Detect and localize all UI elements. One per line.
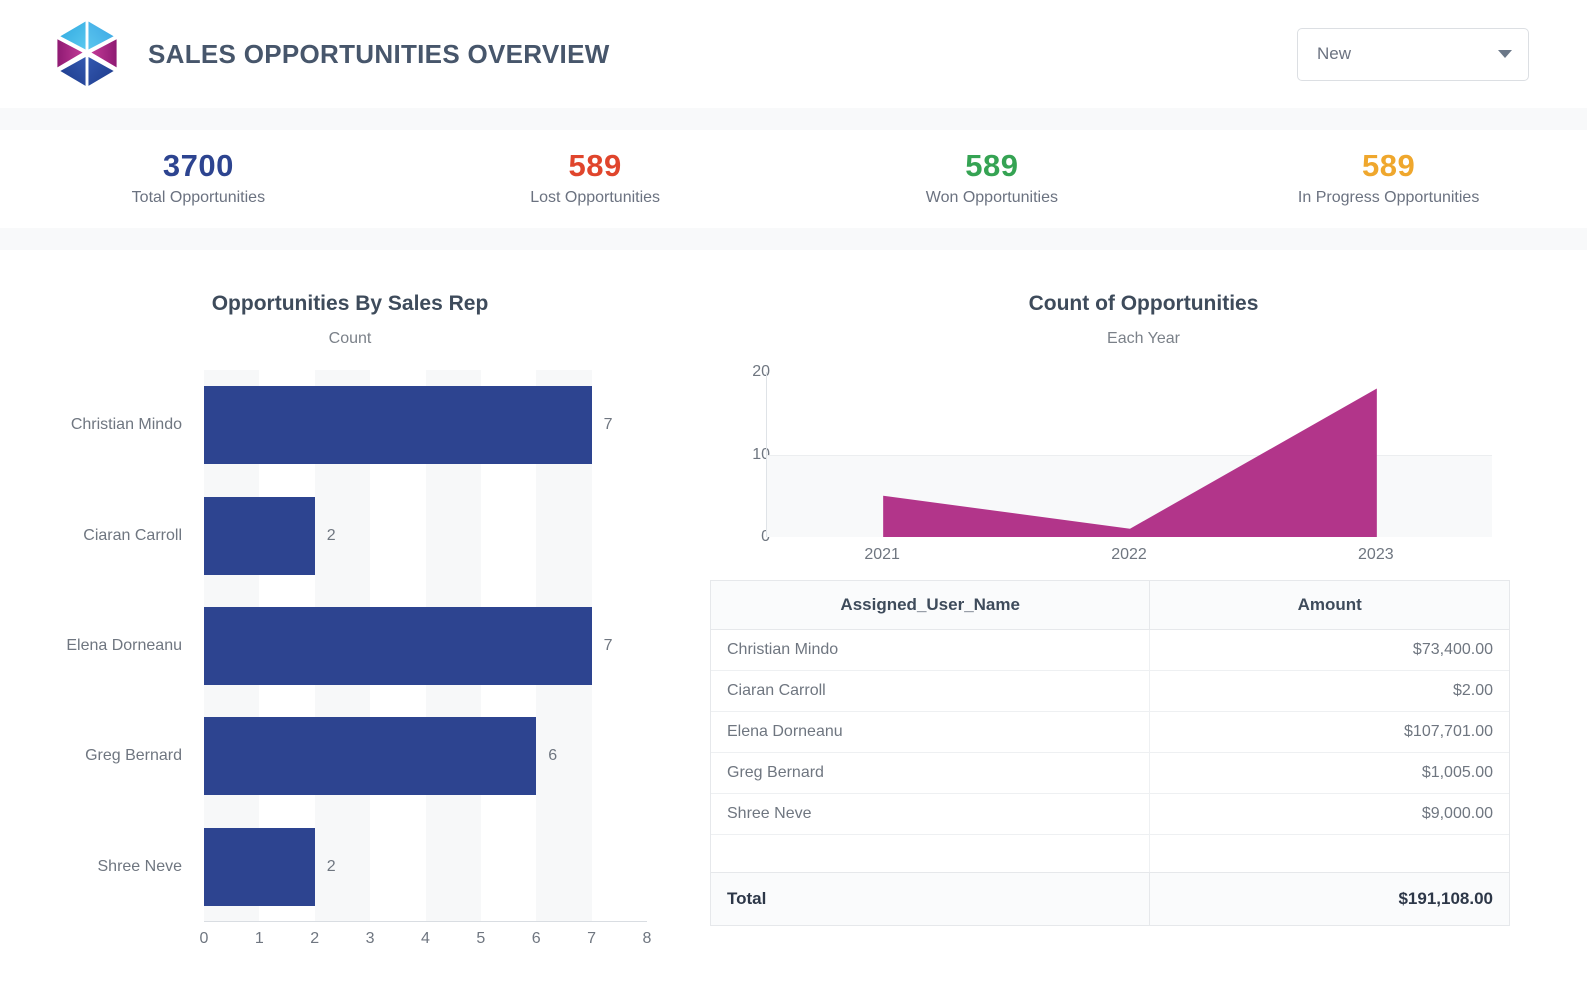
kpi-won-opportunities: 589 Won Opportunities — [794, 147, 1191, 211]
bar-value-label: 6 — [548, 747, 557, 765]
bar-category-label: Christian Mindo — [71, 416, 182, 434]
column-header-assigned-user-name[interactable]: Assigned_User_Name — [711, 581, 1150, 630]
area-chart-title: Count of Opportunities — [700, 250, 1587, 316]
bar-value-label: 2 — [327, 858, 336, 876]
kpi-value: 589 — [1190, 147, 1587, 185]
bar-chart-title: Opportunities By Sales Rep — [0, 250, 700, 316]
table-row[interactable]: Ciaran Carroll$2.00 — [711, 671, 1509, 712]
bar-elena-dorneanu[interactable] — [204, 607, 592, 685]
opportunities-amount-table: Assigned_User_Name Amount Christian Mind… — [710, 580, 1510, 926]
bar-x-tick-label: 1 — [255, 930, 264, 948]
cell-amount: $107,701.00 — [1150, 712, 1509, 753]
bar-x-tick-label: 6 — [532, 930, 541, 948]
section-divider-bottom — [0, 228, 1587, 250]
view-filter-dropdown[interactable]: New — [1297, 28, 1529, 81]
bar-christian-mindo[interactable] — [204, 386, 592, 464]
bar-x-tick-label: 3 — [366, 930, 375, 948]
bar-ciaran-carroll[interactable] — [204, 497, 315, 575]
bar-shree-neve[interactable] — [204, 828, 315, 906]
kpi-label: Lost Opportunities — [397, 185, 794, 211]
bar-category-label: Ciaran Carroll — [83, 527, 182, 545]
area-x-tick-label: 2021 — [864, 546, 900, 564]
bar-greg-bernard[interactable] — [204, 717, 536, 795]
area-chart-plot — [766, 372, 1492, 537]
bar-x-tick-label: 4 — [421, 930, 430, 948]
bar-category-label: Shree Neve — [98, 858, 183, 876]
bar-value-label: 7 — [604, 637, 613, 655]
right-panel: Count of Opportunities Each Year 01020 2… — [700, 250, 1587, 994]
kpi-label: Won Opportunities — [794, 185, 1191, 211]
app-header: SALES OPPORTUNITIES OVERVIEW New — [0, 0, 1587, 108]
bar-x-tick-label: 8 — [643, 930, 652, 948]
bar-chart-plot: 7 2 7 6 2 — [204, 370, 647, 922]
cell-assigned-user-name: Ciaran Carroll — [711, 671, 1150, 712]
cell-amount: $1,005.00 — [1150, 753, 1509, 794]
bar-chart-subtitle: Count — [0, 316, 700, 348]
page-title: SALES OPPORTUNITIES OVERVIEW — [148, 39, 610, 70]
cell-assigned-user-name: Christian Mindo — [711, 630, 1150, 671]
table-spacer-row — [711, 835, 1509, 873]
kpi-lost-opportunities: 589 Lost Opportunities — [397, 147, 794, 211]
bar-value-label: 2 — [327, 527, 336, 545]
kpi-total-opportunities: 3700 Total Opportunities — [0, 147, 397, 211]
bar-x-tick-label: 5 — [476, 930, 485, 948]
kpi-value: 589 — [794, 147, 1191, 185]
bar-chart-area: Christian Mindo Ciaran Carroll Elena Dorne… — [0, 370, 700, 970]
bar-chart-panel: Opportunities By Sales Rep Count Christi… — [0, 250, 700, 994]
kpi-label: In Progress Opportunities — [1190, 185, 1587, 211]
cell-amount: $9,000.00 — [1150, 794, 1509, 835]
bar-category-label: Elena Dorneanu — [66, 637, 182, 655]
area-chart-x-axis: 2021 2022 2023 — [766, 546, 1492, 576]
table-row[interactable]: Greg Bernard$1,005.00 — [711, 753, 1509, 794]
bar-value-label: 7 — [604, 416, 613, 434]
table-row[interactable]: Christian Mindo$73,400.00 — [711, 630, 1509, 671]
total-amount: $191,108.00 — [1150, 873, 1509, 926]
bar-x-tick-label: 2 — [310, 930, 319, 948]
kpi-row: 3700 Total Opportunities 589 Lost Opport… — [0, 130, 1587, 228]
table-row[interactable]: Shree Neve$9,000.00 — [711, 794, 1509, 835]
bar-x-tick-label: 7 — [587, 930, 596, 948]
section-divider-top — [0, 108, 1587, 130]
area-chart-subtitle: Each Year — [700, 316, 1587, 348]
cell-assigned-user-name: Shree Neve — [711, 794, 1150, 835]
table-row[interactable]: Elena Dorneanu$107,701.00 — [711, 712, 1509, 753]
area-x-tick-label: 2022 — [1111, 546, 1147, 564]
dashboard-body: Opportunities By Sales Rep Count Christi… — [0, 250, 1587, 994]
table-header-row: Assigned_User_Name Amount — [711, 581, 1509, 630]
cell-assigned-user-name: Elena Dorneanu — [711, 712, 1150, 753]
kpi-value: 589 — [397, 147, 794, 185]
cell-amount: $73,400.00 — [1150, 630, 1509, 671]
total-label: Total — [711, 873, 1150, 926]
area-chart-series — [767, 372, 1493, 537]
kpi-value: 3700 — [0, 147, 397, 185]
dropdown-selected-value: New — [1317, 44, 1498, 64]
bar-chart-value-axis: 012345678 — [204, 930, 647, 960]
bar-chart-category-axis: Christian Mindo Ciaran Carroll Elena Dorne… — [0, 370, 196, 922]
bar-x-tick-label: 0 — [200, 930, 209, 948]
cell-amount: $2.00 — [1150, 671, 1509, 712]
bar-category-label: Greg Bernard — [85, 747, 182, 765]
cell-assigned-user-name: Greg Bernard — [711, 753, 1150, 794]
column-header-amount[interactable]: Amount — [1150, 581, 1509, 630]
hexagon-pinwheel-logo — [50, 17, 124, 91]
area-chart-y-axis: 01020 — [700, 372, 770, 537]
area-x-tick-label: 2023 — [1358, 546, 1394, 564]
kpi-label: Total Opportunities — [0, 185, 397, 211]
chevron-down-icon — [1498, 50, 1512, 58]
table-total-row: Total $191,108.00 — [711, 873, 1509, 926]
kpi-inprogress-opportunities: 589 In Progress Opportunities — [1190, 147, 1587, 211]
